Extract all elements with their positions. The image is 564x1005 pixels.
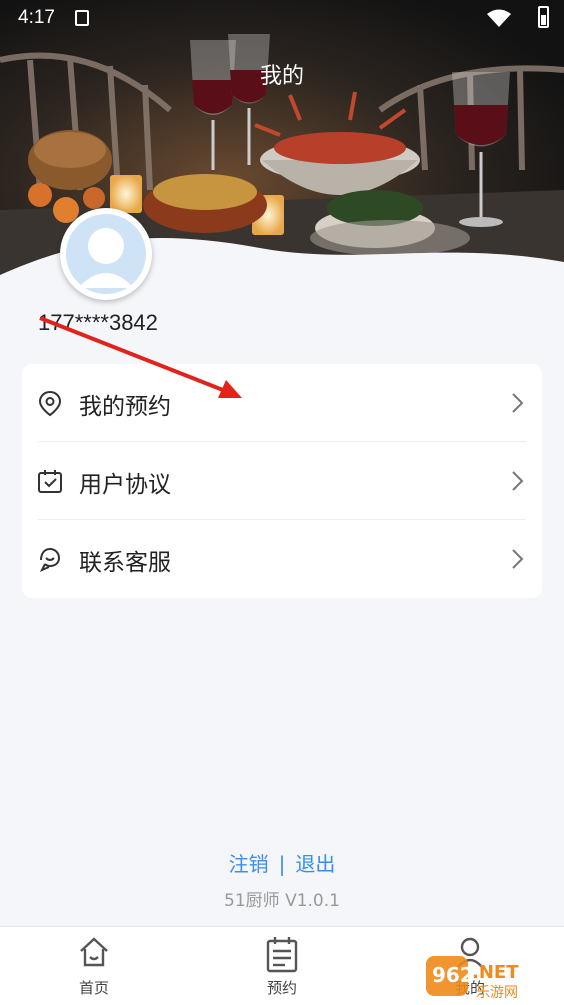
menu-item-customer-service[interactable]: 联系客服 (22, 520, 542, 598)
menu-item-label: 用户协议 (79, 472, 171, 498)
site-watermark-logo: 962 .NET 乐游网 (426, 952, 556, 1001)
notification-icon (75, 10, 89, 26)
status-bar: 4:17 (0, 0, 564, 36)
home-icon (77, 935, 111, 973)
user-avatar-icon (66, 214, 146, 294)
customer-service-icon (36, 545, 64, 573)
wifi-icon (486, 8, 512, 33)
page-title: 我的 (259, 64, 304, 89)
status-time: 4:17 (18, 7, 55, 28)
user-phone-number: 177****3842 (38, 310, 158, 335)
chevron-right-icon (510, 470, 524, 496)
footer-links: 注销 | 退出 (0, 848, 564, 877)
menu-item-my-reservations[interactable]: 我的预约 (22, 364, 542, 442)
app-version: 51厨师 V1.0.1 (224, 891, 340, 911)
tab-label: 预约 (266, 979, 297, 997)
chevron-right-icon (510, 392, 524, 418)
watermark-text: .NET (472, 962, 519, 983)
footer-separator: | (278, 852, 286, 876)
calendar-icon (265, 935, 299, 977)
menu-item-user-agreement[interactable]: 用户协议 (22, 442, 542, 520)
clipboard-check-icon (36, 467, 64, 495)
cancel-account-link[interactable]: 注销 (229, 852, 269, 876)
svg-text:962: 962 (432, 963, 474, 987)
svg-text:乐游网: 乐游网 (476, 985, 518, 1000)
menu-item-label: 我的预约 (79, 394, 171, 420)
tab-reservation[interactable]: 预约 (188, 927, 376, 1005)
menu-card: 我的预约 用户协议 联系客服 (22, 364, 542, 598)
chevron-right-icon (510, 548, 524, 574)
logout-link[interactable]: 退出 (295, 852, 335, 876)
menu-item-label: 联系客服 (79, 550, 171, 576)
tab-home[interactable]: 首页 (0, 927, 188, 1005)
location-pin-icon (36, 389, 64, 417)
battery-icon (538, 6, 549, 28)
tab-label: 首页 (78, 979, 109, 997)
avatar[interactable] (60, 208, 152, 300)
